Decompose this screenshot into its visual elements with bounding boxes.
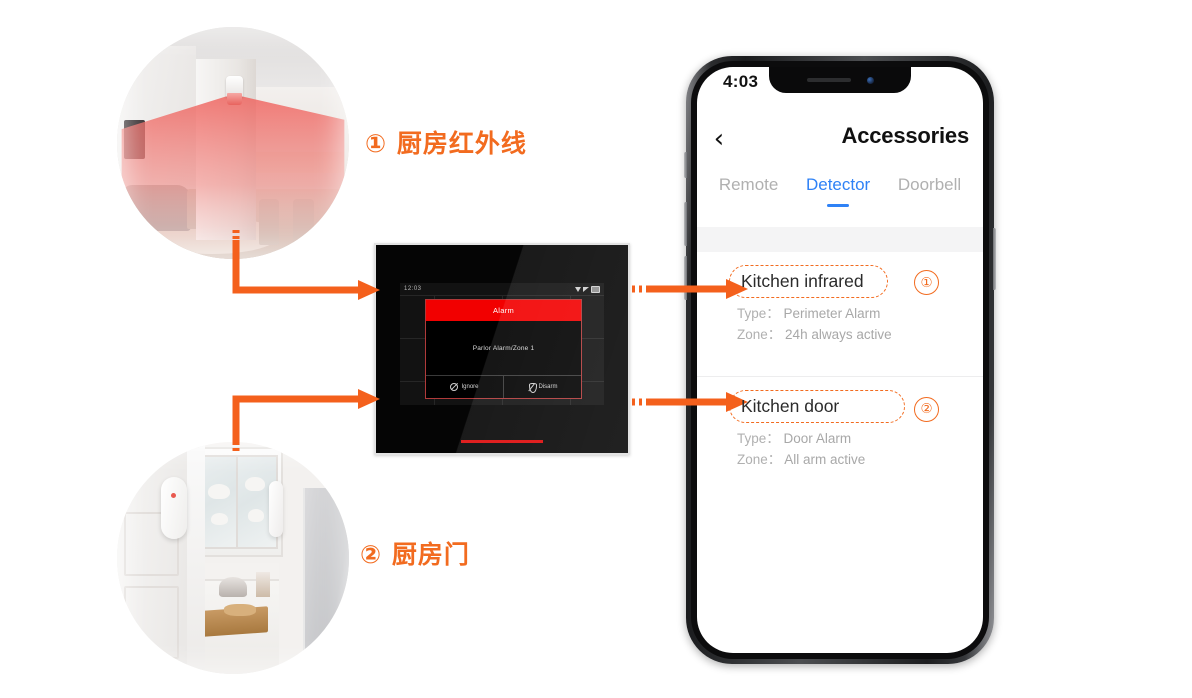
detector-zone-label: Zone：: [737, 451, 782, 467]
arrowhead-2: [358, 389, 380, 409]
detector-name-wrap-2: Kitchen door: [729, 389, 906, 423]
wifi-icon: [575, 286, 581, 292]
detector-meta-1: Type： Perimeter Alarm Zone： 24h always a…: [737, 304, 983, 346]
detector-zone-label: Zone：: [737, 326, 782, 342]
photo-vignette-2: [117, 442, 349, 674]
detector-type-value: Door Alarm: [783, 430, 852, 446]
tab-bar: Remote Detector Doorbell: [697, 173, 983, 217]
panel-status-bar: 12:03: [400, 283, 604, 295]
photo-kitchen-door: [117, 442, 349, 674]
detector-type-value: Perimeter Alarm: [783, 306, 881, 321]
detector-name: Kitchen infrared: [741, 271, 864, 291]
list-item[interactable]: Kitchen door ② Type： Door Alarm Zone： Al…: [697, 375, 983, 483]
tab-detector-label: Detector: [805, 175, 871, 194]
arrowhead-1: [358, 280, 380, 300]
detector-zone-row-1: Zone： 24h always active: [737, 325, 983, 346]
alarm-dialog-actions: Ignore Disarm: [426, 375, 581, 398]
front-camera-icon: [866, 76, 874, 84]
callout-marker-2: ②: [914, 396, 939, 422]
status-bar-time: 4:03: [723, 72, 759, 91]
detector-zone-value: 24h always active: [785, 326, 892, 342]
battery-icon: [591, 285, 600, 293]
tab-detector[interactable]: Detector: [805, 173, 871, 207]
phone-screen: 4:03 ‹ Accessories Remote Detector Doorb…: [697, 67, 983, 653]
tab-doorbell-label: Doorbell: [897, 175, 962, 194]
detector-meta-2: Type： Door Alarm Zone： All arm active: [737, 429, 983, 471]
signal-icon: [583, 286, 589, 292]
ban-icon: [450, 383, 459, 391]
annotation-label-kitchen-infrared: ① 厨房红外线: [365, 129, 527, 158]
alarm-dialog-message: Parlor Alarm/Zone 1: [472, 344, 535, 352]
detector-zone-row-2: Zone： All arm active: [737, 450, 983, 471]
arrow-panel-to-detector-2: [632, 392, 748, 412]
ignore-button[interactable]: Ignore: [426, 376, 503, 398]
disarm-button[interactable]: Disarm: [503, 376, 581, 398]
alarm-dialog: Alarm Parlor Alarm/Zone 1 Ignore Disarm: [425, 299, 582, 399]
detector-list: Kitchen infrared ① Type： Perimeter Alarm…: [697, 252, 983, 483]
photo-vignette: [117, 27, 349, 259]
detector-type-row-2: Type： Door Alarm: [737, 429, 983, 450]
back-button[interactable]: ‹: [697, 126, 741, 152]
tab-remote-label: Remote: [718, 175, 779, 194]
navigation-bar: ‹ Accessories: [697, 115, 983, 163]
phone-mute-switch[interactable]: [684, 152, 687, 178]
tab-doorbell[interactable]: Doorbell: [898, 173, 961, 195]
panel-clock: 12:03: [404, 286, 422, 292]
detector-type-label: Type：: [737, 430, 780, 446]
detector-name-wrap-1: Kitchen infrared: [729, 265, 888, 298]
panel-screen: 12:03 Alarm Parlor Alarm/Zone 1 Ignore D…: [400, 283, 604, 405]
tab-active-indicator: [827, 203, 850, 207]
section-separator: [697, 227, 983, 252]
smartphone-mockup: 4:03 ‹ Accessories Remote Detector Doorb…: [684, 56, 996, 664]
disarm-button-label: Disarm: [538, 384, 558, 390]
detector-type-label: Type：: [737, 306, 780, 321]
panel-led-strip: [461, 440, 543, 443]
detector-zone-value: All arm active: [784, 451, 866, 467]
phone-volume-up-button[interactable]: [684, 202, 687, 246]
ignore-button-label: Ignore: [461, 384, 479, 390]
phone-notch: [769, 67, 911, 93]
page-title: Accessories: [841, 123, 970, 148]
arrow-door-to-panel: [232, 389, 380, 454]
photo-door-content: [117, 442, 349, 674]
shield-slash-icon: [528, 383, 537, 393]
panel-system-icons: [575, 285, 600, 293]
arrow-panel-to-detector-1: [632, 279, 748, 299]
earpiece-speaker-icon: [806, 78, 851, 82]
tab-remote[interactable]: Remote: [719, 173, 779, 195]
detector-type-row-1: Type： Perimeter Alarm: [737, 304, 983, 325]
alarm-control-panel: 12:03 Alarm Parlor Alarm/Zone 1 Ignore D…: [374, 243, 630, 455]
annotation-label-kitchen-door: ② 厨房门: [360, 540, 470, 569]
photo-kitchen-infrared: [117, 27, 349, 259]
arrow-infrared-to-panel: [232, 230, 380, 300]
detector-name: Kitchen door: [741, 395, 840, 416]
photo-infrared-content: [117, 27, 349, 259]
alarm-dialog-title: Alarm: [426, 300, 581, 321]
phone-power-button[interactable]: [993, 228, 996, 290]
callout-marker-1: ①: [914, 270, 939, 295]
